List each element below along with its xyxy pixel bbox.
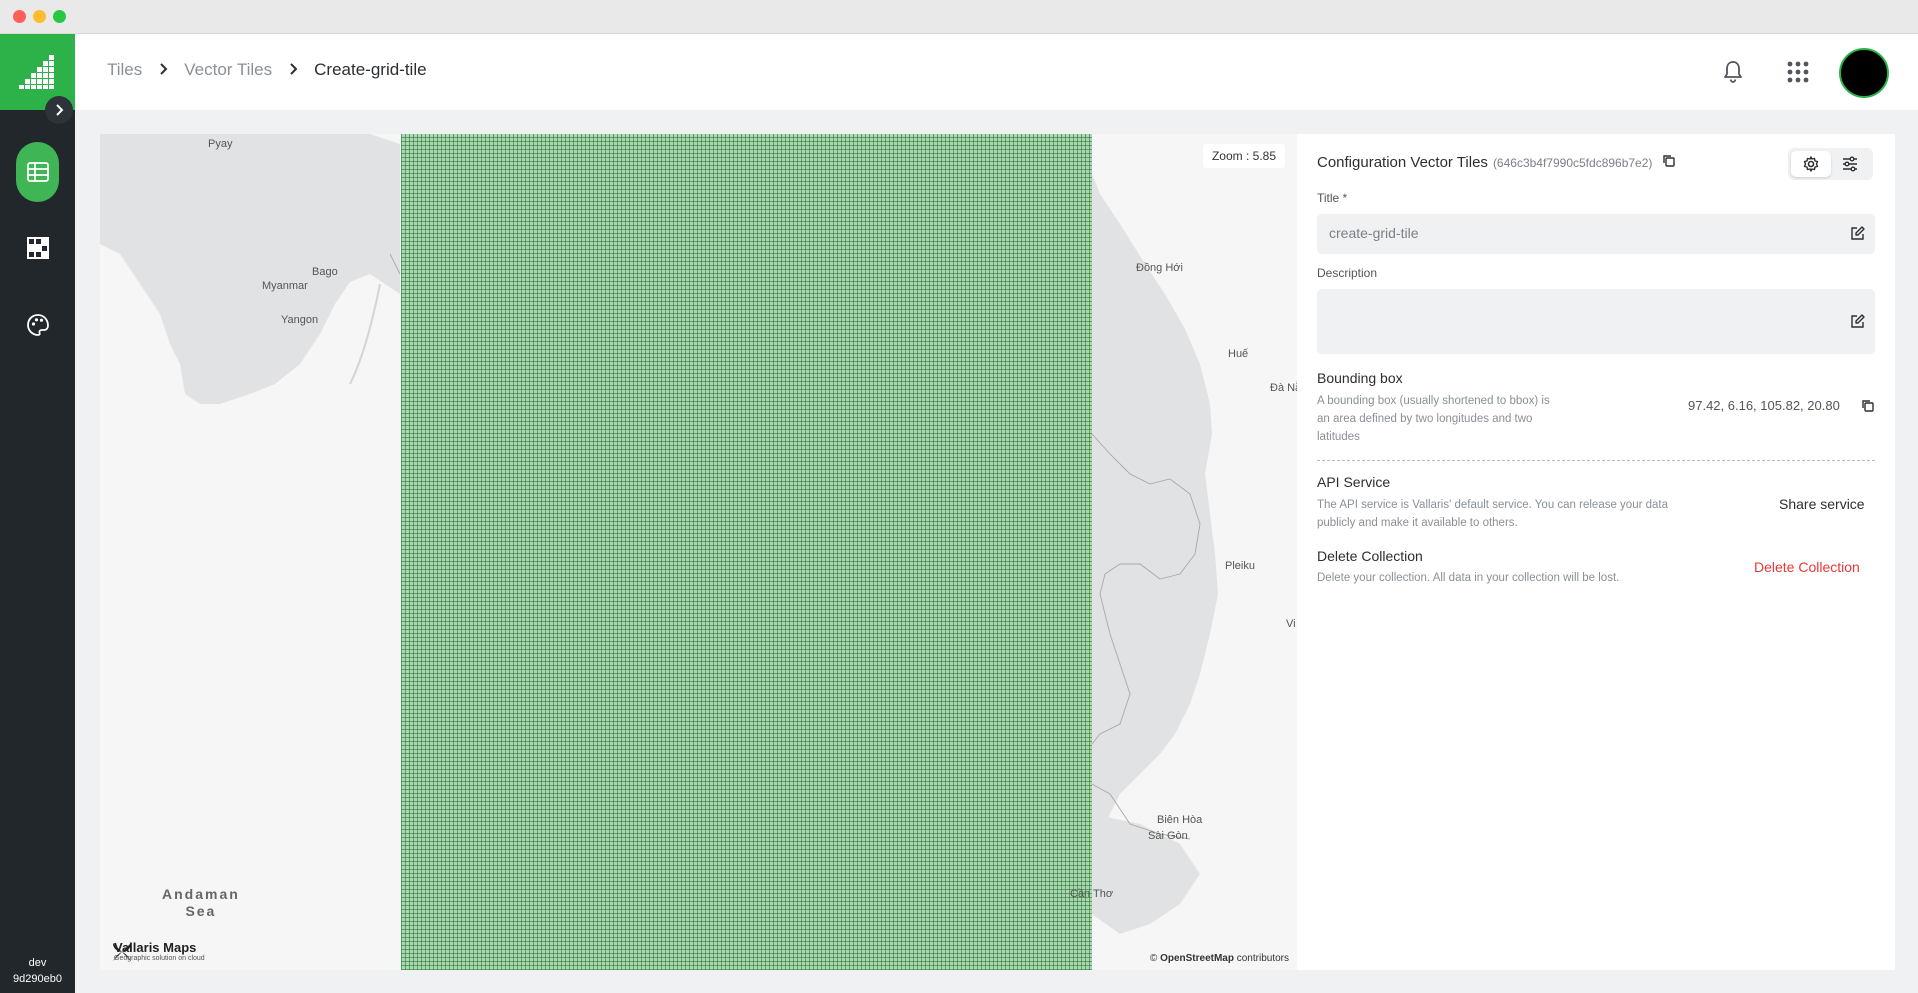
- tiles-icon: [26, 237, 49, 259]
- build-info: dev 9d290eb0: [0, 955, 75, 987]
- expand-sidebar-button[interactable]: [45, 96, 73, 124]
- grid-tile-layer: [401, 134, 1092, 970]
- sidebar-item-styles[interactable]: [16, 295, 59, 355]
- map-label: Pyay: [208, 138, 233, 150]
- edit-description-button[interactable]: [1850, 314, 1865, 334]
- map-attribution: © OpenStreetMap contributors: [1149, 953, 1289, 964]
- title-label: Title *: [1317, 191, 1348, 205]
- delete-collection-title: Delete Collection: [1317, 548, 1423, 564]
- filters-tab[interactable]: [1831, 151, 1871, 177]
- map-label: Myanmar: [262, 280, 308, 292]
- sidebar-item-data[interactable]: [16, 142, 59, 202]
- map-label: Bago: [312, 266, 338, 278]
- breadcrumb-separator-icon: [288, 62, 298, 79]
- gear-icon: [1803, 156, 1818, 172]
- user-avatar[interactable]: [1839, 48, 1889, 98]
- copy-bbox-button[interactable]: [1861, 399, 1874, 417]
- palette-icon: [26, 314, 49, 336]
- bell-icon: [1724, 61, 1742, 83]
- vallaris-bars-logo-icon: [18, 55, 54, 89]
- map-label: Yangon: [281, 314, 319, 326]
- osm-link[interactable]: OpenStreetMap: [1160, 953, 1234, 964]
- description-label: Description: [1317, 266, 1378, 280]
- api-service-description: The API service is Vallaris' default ser…: [1317, 499, 1669, 529]
- api-service-title: API Service: [1317, 474, 1391, 490]
- map-label: Biên Hòa: [1157, 814, 1203, 826]
- map-label: Pleiku: [1225, 560, 1255, 572]
- delete-collection-description: Delete your collection. All data in your…: [1317, 572, 1620, 584]
- close-window-button[interactable]: [13, 10, 26, 23]
- map-label: Cần Thơ: [1070, 888, 1114, 900]
- env-label: dev: [28, 957, 47, 969]
- edit-title-button[interactable]: [1850, 226, 1865, 246]
- panel-title: Configuration Vector Tiles (646c3b4f7990…: [1317, 154, 1676, 171]
- apps-menu-button[interactable]: [1782, 56, 1814, 88]
- map-label: Đồng Hới: [1136, 262, 1183, 274]
- table-icon: [26, 162, 49, 182]
- minimize-window-button[interactable]: [33, 10, 46, 23]
- bbox-description: A bounding box (usually shortened to bbo…: [1317, 395, 1550, 443]
- sidebar: dev 9d290eb0: [0, 34, 75, 993]
- copy-icon: [1663, 155, 1676, 167]
- map-label: Sài Gòn: [1148, 830, 1188, 842]
- edit-icon: [1851, 226, 1865, 240]
- notifications-button[interactable]: [1717, 56, 1749, 88]
- section-divider: [1317, 460, 1875, 461]
- copy-id-button[interactable]: [1662, 154, 1676, 171]
- zoom-level-badge: Zoom : 5.85: [1202, 144, 1285, 168]
- view-toggle: [1788, 148, 1873, 180]
- build-id: 9d290eb0: [13, 973, 62, 985]
- map-label: Vi: [1286, 618, 1296, 630]
- settings-tab[interactable]: [1791, 151, 1831, 177]
- map-brand: Vallaris Maps Geographic solution on clo…: [110, 940, 205, 962]
- edit-icon: [1851, 314, 1865, 328]
- title-value: create-grid-tile: [1329, 225, 1419, 241]
- vallaris-leaf-icon: [113, 943, 131, 961]
- top-header: Tiles Vector Tiles Create-grid-tile: [75, 34, 1918, 110]
- breadcrumb-separator-icon: [158, 62, 168, 79]
- bbox-title: Bounding box: [1317, 370, 1403, 386]
- share-service-button[interactable]: Share service: [1779, 496, 1865, 512]
- map-label: Huế: [1228, 348, 1249, 360]
- collection-id: (646c3b4f7990c5fdc896b7e2): [1492, 155, 1653, 170]
- title-field[interactable]: create-grid-tile: [1317, 214, 1875, 254]
- config-panel: Configuration Vector Tiles (646c3b4f7990…: [1297, 134, 1895, 970]
- breadcrumb-vector-tiles[interactable]: Vector Tiles: [184, 60, 272, 80]
- breadcrumb-current: Create-grid-tile: [314, 60, 427, 79]
- bbox-value: 97.42, 6.16, 105.82, 20.80: [1688, 398, 1840, 413]
- map-label: Đà Nẵ: [1270, 382, 1297, 394]
- maximize-window-button[interactable]: [53, 10, 66, 23]
- grid-dots-icon: [1787, 61, 1809, 83]
- breadcrumb: Tiles Vector Tiles Create-grid-tile: [107, 60, 427, 80]
- delete-collection-button[interactable]: Delete Collection: [1754, 559, 1860, 575]
- sliders-icon: [1843, 156, 1858, 172]
- map-canvas[interactable]: Pyay Bago Myanmar Yangon Đồng Hới Huế Đà…: [100, 134, 1297, 970]
- copy-icon: [1862, 400, 1874, 412]
- description-field[interactable]: [1317, 289, 1875, 354]
- sea-label: Andaman Sea: [162, 886, 240, 919]
- sidebar-item-tiles[interactable]: [16, 218, 59, 278]
- window-titlebar: [0, 0, 1918, 34]
- chevron-right-icon: [56, 104, 64, 116]
- breadcrumb-tiles[interactable]: Tiles: [107, 60, 142, 80]
